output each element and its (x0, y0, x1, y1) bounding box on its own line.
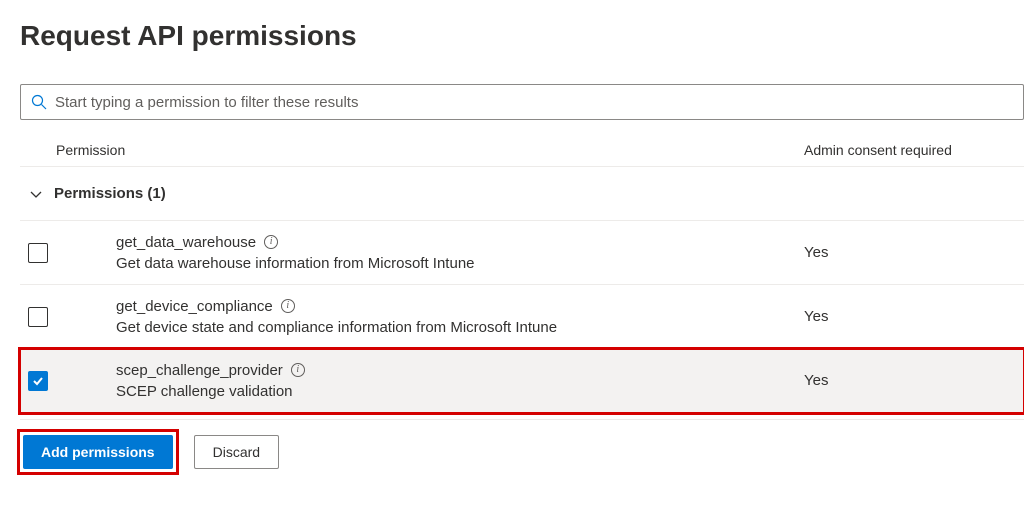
permission-name: get_data_warehouse (116, 234, 256, 251)
permission-checkbox[interactable] (28, 371, 48, 391)
group-label: Permissions (1) (54, 185, 166, 202)
consent-value: Yes (804, 372, 1024, 389)
search-input[interactable] (55, 94, 1013, 111)
discard-button[interactable]: Discard (194, 435, 279, 469)
chevron-down-icon (28, 186, 44, 202)
info-icon[interactable]: i (291, 363, 305, 377)
permissions-group-toggle[interactable]: Permissions (1) (20, 166, 1024, 221)
permission-checkbox[interactable] (28, 243, 48, 263)
search-icon (31, 94, 47, 110)
consent-value: Yes (804, 244, 1024, 261)
page-title: Request API permissions (20, 20, 1024, 52)
permission-row: get_data_warehouse i Get data warehouse … (20, 221, 1024, 285)
permission-row: get_device_compliance i Get device state… (20, 285, 1024, 349)
permission-name: scep_challenge_provider (116, 362, 283, 379)
permission-name: get_device_compliance (116, 298, 273, 315)
footer-actions: Add permissions Discard (20, 419, 1024, 472)
consent-value: Yes (804, 308, 1024, 325)
info-icon[interactable]: i (281, 299, 295, 313)
info-icon[interactable]: i (264, 235, 278, 249)
col-header-consent: Admin consent required (804, 142, 1024, 158)
col-header-permission: Permission (56, 142, 804, 158)
permission-description: Get data warehouse information from Micr… (116, 255, 804, 272)
add-permissions-highlight: Add permissions (20, 432, 176, 472)
permission-description: SCEP challenge validation (116, 383, 804, 400)
permission-description: Get device state and compliance informat… (116, 319, 804, 336)
search-box[interactable] (20, 84, 1024, 120)
permission-checkbox[interactable] (28, 307, 48, 327)
add-permissions-button[interactable]: Add permissions (23, 435, 173, 469)
permission-row: scep_challenge_provider i SCEP challenge… (20, 349, 1024, 413)
table-header: Permission Admin consent required (20, 142, 1024, 166)
